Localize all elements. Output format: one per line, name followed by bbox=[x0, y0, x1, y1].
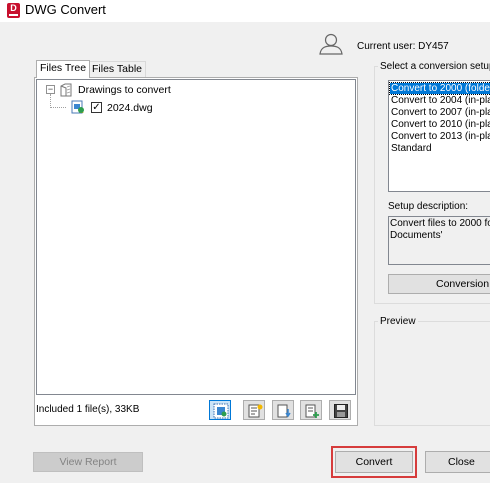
setup-item-2000-folder[interactable]: Convert to 2000 (folder) bbox=[389, 82, 490, 95]
tree-connector bbox=[50, 107, 66, 108]
conversion-setups-button[interactable]: Conversion S bbox=[388, 274, 490, 294]
conversion-setup-list[interactable]: Convert to 2000 (folder) Convert to 2004… bbox=[388, 80, 490, 192]
convert-button[interactable]: Convert bbox=[335, 451, 413, 473]
app-logo-icon: D bbox=[7, 3, 20, 18]
setup-description-label: Setup description: bbox=[388, 201, 469, 212]
setup-item-standard[interactable]: Standard bbox=[390, 143, 490, 154]
setup-item-2010[interactable]: Convert to 2010 (in-place) bbox=[390, 119, 490, 130]
tree-collapse-toggle[interactable]: − bbox=[46, 85, 55, 94]
tree-connector bbox=[50, 94, 51, 108]
tab-files-table[interactable]: Files Table bbox=[88, 61, 146, 77]
file-label[interactable]: 2024.dwg bbox=[107, 102, 153, 114]
user-icon bbox=[318, 33, 344, 55]
conversion-setup-group-label: Select a conversion setup bbox=[378, 61, 490, 72]
setup-description-line: Convert files to 2000 for bbox=[390, 218, 490, 229]
files-tree-view[interactable] bbox=[36, 79, 356, 395]
add-document-button[interactable] bbox=[300, 400, 322, 420]
file-checkbox[interactable]: ✓ bbox=[91, 102, 102, 113]
move-down-button[interactable] bbox=[272, 400, 294, 420]
tab-files-tree[interactable]: Files Tree bbox=[36, 60, 91, 78]
setup-description-line: Documents' bbox=[390, 230, 443, 241]
preview-label: Preview bbox=[378, 316, 418, 327]
preview-group bbox=[374, 321, 490, 426]
tree-root-label[interactable]: Drawings to convert bbox=[78, 84, 171, 96]
setup-description-box: Convert files to 2000 for Documents' bbox=[388, 216, 490, 265]
dwg-file-icon bbox=[70, 99, 86, 115]
window-title: DWG Convert bbox=[25, 2, 106, 17]
add-files-button[interactable] bbox=[209, 400, 231, 420]
setup-item-2007[interactable]: Convert to 2007 (in-place) bbox=[390, 107, 490, 118]
view-report-button[interactable]: View Report bbox=[33, 452, 143, 472]
add-list-button[interactable] bbox=[243, 400, 265, 420]
drawings-folder-icon bbox=[58, 82, 74, 98]
save-list-button[interactable] bbox=[329, 400, 351, 420]
setup-item-2013[interactable]: Convert to 2013 (in-place) bbox=[390, 131, 490, 142]
setup-item-2004[interactable]: Convert to 2004 (in-place) bbox=[390, 95, 490, 106]
files-status-text: Included 1 file(s), 33KB bbox=[36, 404, 140, 415]
current-user-label: Current user: DY457 bbox=[357, 41, 449, 52]
close-button[interactable]: Close bbox=[425, 451, 490, 473]
